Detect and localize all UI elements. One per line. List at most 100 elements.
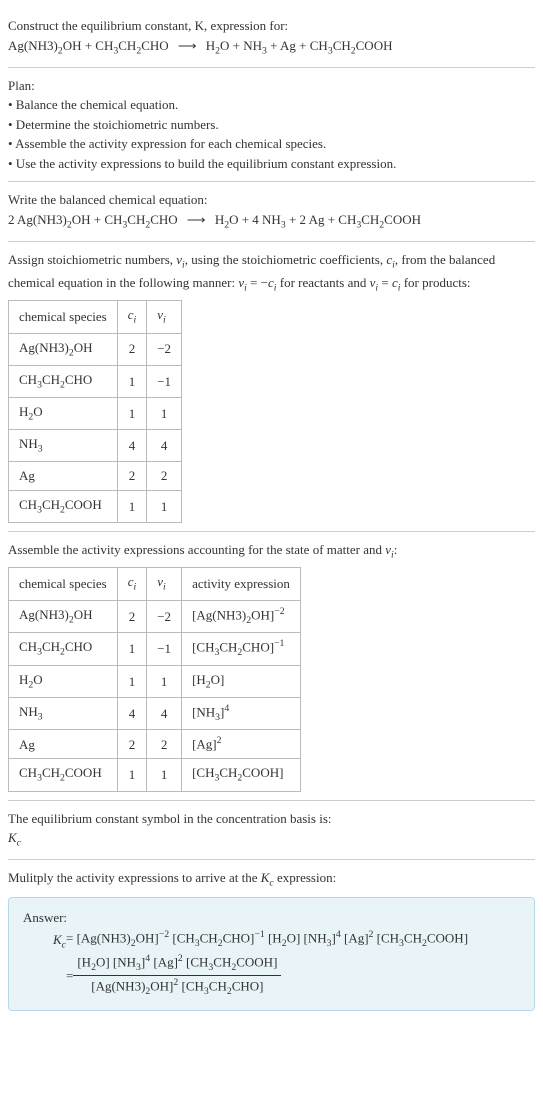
sp: CHO <box>65 372 92 387</box>
eq-part: OH + CH <box>63 38 114 53</box>
eq-part: O + 4 NH <box>229 212 281 227</box>
prompt-section: Construct the equilibrium constant, K, e… <box>8 8 535 68</box>
cell-nu: 1 <box>147 490 182 522</box>
text: = <box>378 275 392 290</box>
cell-activity: [Ag(NH3)2OH]−2 <box>182 600 301 633</box>
eq-part: CH <box>118 38 136 53</box>
text: Assign stoichiometric numbers, <box>8 252 176 267</box>
th-activity: activity expression <box>182 568 301 600</box>
table-row: CH3CH2CHO1−1 <box>9 365 182 397</box>
cell-nu: 1 <box>147 665 182 697</box>
sp: H <box>19 404 28 419</box>
sp: O <box>33 404 42 419</box>
table-row: Ag 22 <box>9 462 182 491</box>
cell-c: 2 <box>117 333 147 365</box>
cell-species: Ag(NH3)2OH <box>9 333 118 365</box>
cell-nu: −2 <box>147 333 182 365</box>
multiply-text: Mulitply the activity expressions to arr… <box>8 868 535 891</box>
kc-lhs: Kc <box>53 928 66 953</box>
th-nu: νi <box>147 301 182 333</box>
eq-sign: = <box>66 930 77 945</box>
cell-nu: 1 <box>147 398 182 430</box>
sp: CH <box>19 372 37 387</box>
cell-species: CH3CH2COOH <box>9 759 118 791</box>
table-row: NH3 44 <box>9 430 182 462</box>
text: expression: <box>274 870 336 885</box>
table-row: H2O11[H2O] <box>9 665 301 697</box>
answer-title: Answer: <box>23 908 520 928</box>
th-nu: νi <box>147 568 182 600</box>
sp: Ag(NH3) <box>19 340 69 355</box>
cell-c: 1 <box>117 665 147 697</box>
sp: OH <box>74 340 93 355</box>
stoich-text: Assign stoichiometric numbers, νi, using… <box>8 250 535 296</box>
table-row: CH3CH2CHO1−1[CH3CH2CHO]−1 <box>9 633 301 666</box>
cell-nu: 2 <box>147 730 182 759</box>
answer-box: Answer: Kc = [Ag(NH3)2OH]−2 [CH3CH2CHO]−… <box>8 897 535 1010</box>
text: Assemble the activity expressions accoun… <box>8 542 385 557</box>
table-row: CH3CH2COOH11[CH3CH2COOH] <box>9 759 301 791</box>
table-header-row: chemical species ci νi activity expressi… <box>9 568 301 600</box>
text: for reactants and <box>277 275 370 290</box>
sub-i: i <box>134 315 137 326</box>
plan-bullet: • Balance the chemical equation. <box>8 95 535 115</box>
text: for products: <box>400 275 470 290</box>
sp: Ag <box>19 468 35 483</box>
cell-nu: 4 <box>147 430 182 462</box>
table-header-row: chemical species ci νi <box>9 301 182 333</box>
plan-bullet: • Determine the stoichiometric numbers. <box>8 115 535 135</box>
cell-nu: 2 <box>147 462 182 491</box>
eq-sign: = <box>66 966 73 986</box>
cell-c: 2 <box>117 730 147 759</box>
kc-symbol: Kc <box>8 828 535 851</box>
eq-part: CH <box>361 212 379 227</box>
cell-c: 2 <box>117 600 147 633</box>
cell-activity: [H2O] <box>182 665 301 697</box>
cell-species: H2O <box>9 665 118 697</box>
eq-part: OH + CH <box>72 212 123 227</box>
plan-title: Plan: <box>8 76 535 96</box>
eq-part: CH <box>127 212 145 227</box>
numerator: [H2O] [NH3]4 [Ag]2 [CH3CH2COOH] <box>73 952 281 977</box>
cell-species: Ag(NH3)2OH <box>9 600 118 633</box>
plan-section: Plan: • Balance the chemical equation. •… <box>8 68 535 183</box>
th-c: ci <box>117 568 147 600</box>
table-row: Ag(NH3)2OH2−2 <box>9 333 182 365</box>
k-letter: K <box>8 830 17 845</box>
cell-c: 2 <box>117 462 147 491</box>
arrow-icon: ⟶ <box>181 212 212 227</box>
denominator: [Ag(NH3)2OH]2 [CH3CH2CHO] <box>73 976 281 1000</box>
cell-c: 4 <box>117 430 147 462</box>
th-species: chemical species <box>9 301 118 333</box>
cell-c: 1 <box>117 633 147 666</box>
kc-line1: = [Ag(NH3)2OH]−2 [CH3CH2CHO]−1 [H2O] [NH… <box>66 928 468 952</box>
prompt-text: Construct the equilibrium constant, K, e… <box>8 16 535 36</box>
cell-species: Ag <box>9 462 118 491</box>
sp: CH <box>42 372 60 387</box>
kc-rhs: = [Ag(NH3)2OH]−2 [CH3CH2CHO]−1 [H2O] [NH… <box>66 928 468 1000</box>
cell-c: 1 <box>117 398 147 430</box>
cell-activity: [CH3CH2COOH] <box>182 759 301 791</box>
sp-sub: 3 <box>38 444 43 455</box>
kc-expression: Kc = [Ag(NH3)2OH]−2 [CH3CH2CHO]−1 [H2O] … <box>53 928 520 1000</box>
eq-part: CHO <box>150 212 177 227</box>
c-sub: c <box>17 838 21 849</box>
text: = − <box>247 275 268 290</box>
sp: NH <box>19 436 38 451</box>
stoich-table: chemical species ci νi Ag(NH3)2OH2−2 CH3… <box>8 300 182 523</box>
multiply-section: Mulitply the activity expressions to arr… <box>8 860 535 1018</box>
fraction: [H2O] [NH3]4 [Ag]2 [CH3CH2COOH] [Ag(NH3)… <box>73 952 281 1000</box>
sp: CH <box>19 497 37 512</box>
k-letter: K <box>53 932 62 947</box>
eq-part: 2 Ag(NH3) <box>8 212 67 227</box>
cell-activity: [Ag]2 <box>182 730 301 759</box>
table-row: NH344[NH3]4 <box>9 697 301 730</box>
cell-c: 4 <box>117 697 147 730</box>
cell-c: 1 <box>117 759 147 791</box>
eq-part: + Ag + CH <box>267 38 328 53</box>
cell-activity: [NH3]4 <box>182 697 301 730</box>
cell-species: Ag <box>9 730 118 759</box>
eq-part: CHO <box>141 38 168 53</box>
arrow-icon: ⟶ <box>172 38 203 53</box>
cell-species: CH3CH2CHO <box>9 633 118 666</box>
